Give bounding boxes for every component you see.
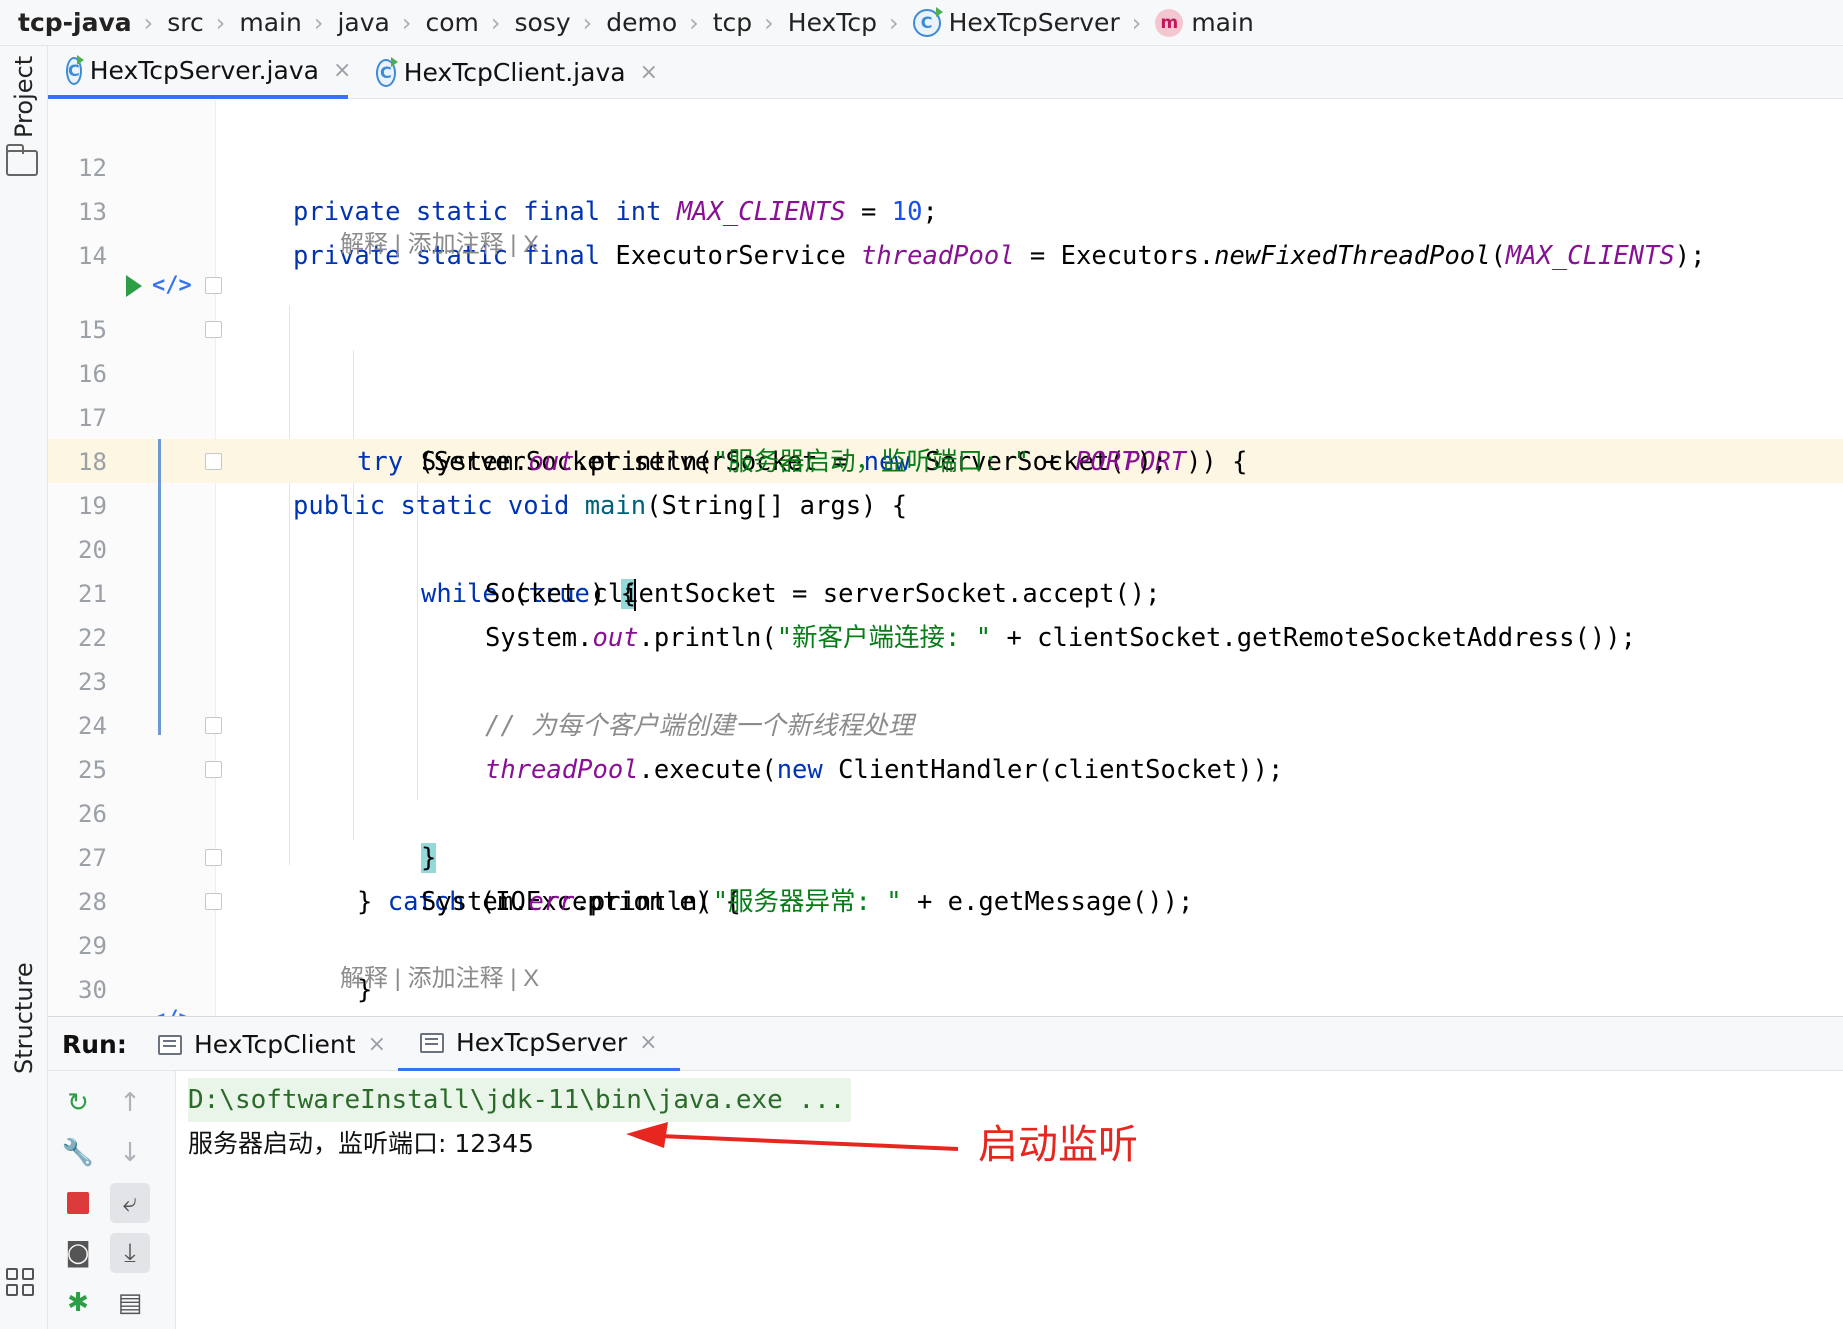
- close-icon[interactable]: ×: [333, 58, 351, 83]
- chevron-right-icon: ›: [401, 8, 412, 37]
- fold-icon[interactable]: [205, 277, 222, 294]
- run-tab-label: HexTcpClient: [194, 1030, 356, 1059]
- run-panel-header: Run: HexTcpClient × HexTcpServer ×: [48, 1016, 1843, 1072]
- breadcrumb-java[interactable]: java: [337, 8, 389, 37]
- project-tool-button[interactable]: Project: [10, 56, 38, 138]
- chevron-right-icon: ›: [215, 8, 226, 37]
- rerun-icon[interactable]: ↻: [58, 1083, 98, 1123]
- console-command-line: D:\softwareInstall\jdk-11\bin\java.exe .…: [188, 1078, 852, 1122]
- console-icon: [420, 1032, 444, 1053]
- annotation-label: 启动监听: [978, 1122, 1138, 1168]
- breadcrumb: tcp-java › src › main › java › com › sos…: [0, 0, 1843, 46]
- tab-hextcpclient[interactable]: C HexTcpClient.java ×: [358, 46, 658, 99]
- chevron-right-icon: ›: [764, 8, 774, 37]
- breadcrumb-method-label: main: [1191, 8, 1254, 37]
- implements-gutter-icon[interactable]: </>: [152, 264, 192, 308]
- code-line: 25 }: [48, 704, 1843, 873]
- code-line: 14: [48, 190, 1843, 270]
- tab-label: HexTcpServer.java: [89, 56, 319, 85]
- code-line: 16 try (ServerSocket serverSocket = new …: [48, 308, 1843, 477]
- breadcrumb-method[interactable]: m main: [1155, 8, 1254, 37]
- run-tab-hextcpclient[interactable]: HexTcpClient ×: [158, 1017, 386, 1072]
- fold-icon[interactable]: [205, 453, 222, 470]
- arrow-up-icon[interactable]: ↑: [110, 1083, 150, 1123]
- chevron-right-icon: ›: [888, 8, 899, 37]
- chevron-right-icon: ›: [313, 8, 324, 37]
- code-line: 27 System.err.println("服务器异常: " + e.getM…: [48, 792, 1843, 917]
- close-icon[interactable]: ×: [640, 60, 658, 85]
- method-icon: m: [1155, 8, 1184, 37]
- console-output-line: 服务器启动，监听端口: 12345: [188, 1129, 534, 1158]
- editor-tab-bar: C HexTcpServer.java × C HexTcpClient.jav…: [48, 46, 1843, 99]
- debug-icon[interactable]: ✱: [58, 1283, 98, 1323]
- code-line: 28 }: [48, 836, 1843, 1005]
- breadcrumb-main[interactable]: main: [239, 8, 301, 37]
- ai-inlay-hint[interactable]: 解释 | 添加注释 | X: [340, 962, 539, 996]
- fold-icon[interactable]: [205, 761, 222, 778]
- code-line: 13 private static final ExecutorService …: [48, 146, 1843, 271]
- breadcrumb-class-label: HexTcpServer: [948, 8, 1120, 37]
- console-output[interactable]: D:\softwareInstall\jdk-11\bin\java.exe .…: [176, 1071, 1843, 1329]
- fold-icon[interactable]: [205, 717, 222, 734]
- chevron-right-icon: ›: [582, 8, 593, 37]
- arrow-down-icon[interactable]: ↓: [110, 1133, 150, 1173]
- folder-icon[interactable]: [6, 144, 38, 176]
- tab-label: HexTcpClient.java: [403, 58, 626, 87]
- close-icon[interactable]: ×: [639, 1030, 657, 1055]
- chevron-right-icon: ›: [689, 8, 699, 37]
- breadcrumb-sosy[interactable]: sosy: [514, 8, 570, 37]
- tab-hextcpserver[interactable]: C HexTcpServer.java ×: [48, 46, 351, 99]
- code-line: 30: [48, 924, 1843, 1004]
- scroll-to-end-icon[interactable]: ⤓: [110, 1233, 150, 1273]
- code-line: 24 threadPool.execute(new ClientHandler(…: [48, 660, 1843, 785]
- code-line: 20 Socket clientSocket = serverSocket.ac…: [48, 484, 1843, 609]
- breadcrumb-src[interactable]: src: [167, 8, 204, 37]
- console-icon: [158, 1034, 182, 1055]
- class-icon: C: [66, 54, 84, 85]
- code-line: 29 }: [48, 880, 1843, 960]
- class-icon: C: [912, 6, 943, 37]
- breadcrumb-project[interactable]: tcp-java: [18, 8, 132, 37]
- code-line: 12 private static final int MAX_CLIENTS …: [48, 102, 1843, 227]
- class-icon: C: [376, 56, 398, 87]
- breadcrumb-class[interactable]: C HexTcpServer: [912, 6, 1120, 37]
- breadcrumb-demo[interactable]: demo: [606, 8, 677, 37]
- code-line: 21 System.out.println("新客户端连接: " + clien…: [48, 528, 1843, 653]
- left-tool-strip: Project Structure: [0, 46, 48, 1329]
- fold-icon[interactable]: [205, 849, 222, 866]
- code-line: 23 // 为每个客户端创建一个新线程处理: [48, 616, 1843, 741]
- breadcrumb-com[interactable]: com: [425, 8, 478, 37]
- breadcrumb-hextcp[interactable]: HexTcp: [788, 8, 877, 37]
- run-tab-label: HexTcpServer: [456, 1028, 628, 1057]
- print-icon[interactable]: ▤: [110, 1283, 150, 1323]
- camera-icon[interactable]: ◙: [58, 1233, 98, 1273]
- run-gutter-icon[interactable]: [126, 275, 142, 297]
- soft-wrap-icon[interactable]: ⤶: [110, 1183, 150, 1223]
- code-line-current: 19 while (true) {: [48, 440, 1843, 611]
- fold-icon[interactable]: [205, 321, 222, 338]
- run-label: Run:: [62, 1030, 127, 1059]
- chevron-right-icon: ›: [490, 8, 501, 37]
- wrench-icon[interactable]: 🔧: [58, 1133, 98, 1173]
- code-line: 31 </> private static class ClientHandle…: [48, 998, 1843, 1016]
- ai-inlay-hint[interactable]: 解释 | 添加注释 | X: [340, 228, 539, 262]
- close-icon[interactable]: ×: [368, 1032, 386, 1057]
- stop-icon[interactable]: [58, 1183, 98, 1223]
- code-line: 17 System.out.println("服务器启动，监听端口: " + P…: [48, 352, 1843, 477]
- chevron-right-icon: ›: [143, 8, 154, 37]
- code-line: 15 </> public static void main(String[] …: [48, 264, 1843, 521]
- structure-icon[interactable]: [6, 1268, 38, 1300]
- code-editor[interactable]: 12 private static final int MAX_CLIENTS …: [48, 100, 1843, 1016]
- code-line: 26 } catch (IOException e) {: [48, 748, 1843, 917]
- run-tab-hextcpserver[interactable]: HexTcpServer ×: [398, 1017, 680, 1072]
- implements-gutter-icon[interactable]: </>: [152, 998, 192, 1016]
- structure-tool-button[interactable]: Structure: [10, 962, 38, 1074]
- code-line: 18: [48, 396, 1843, 476]
- breadcrumb-tcp[interactable]: tcp: [713, 8, 752, 37]
- run-toolbar: ↻ ↑ 🔧 ↓ ⤶ ◙ ⤓ ✱ ▤: [48, 1071, 176, 1329]
- chevron-right-icon: ›: [1131, 8, 1142, 37]
- fold-icon[interactable]: [205, 893, 222, 910]
- code-line: 22: [48, 572, 1843, 652]
